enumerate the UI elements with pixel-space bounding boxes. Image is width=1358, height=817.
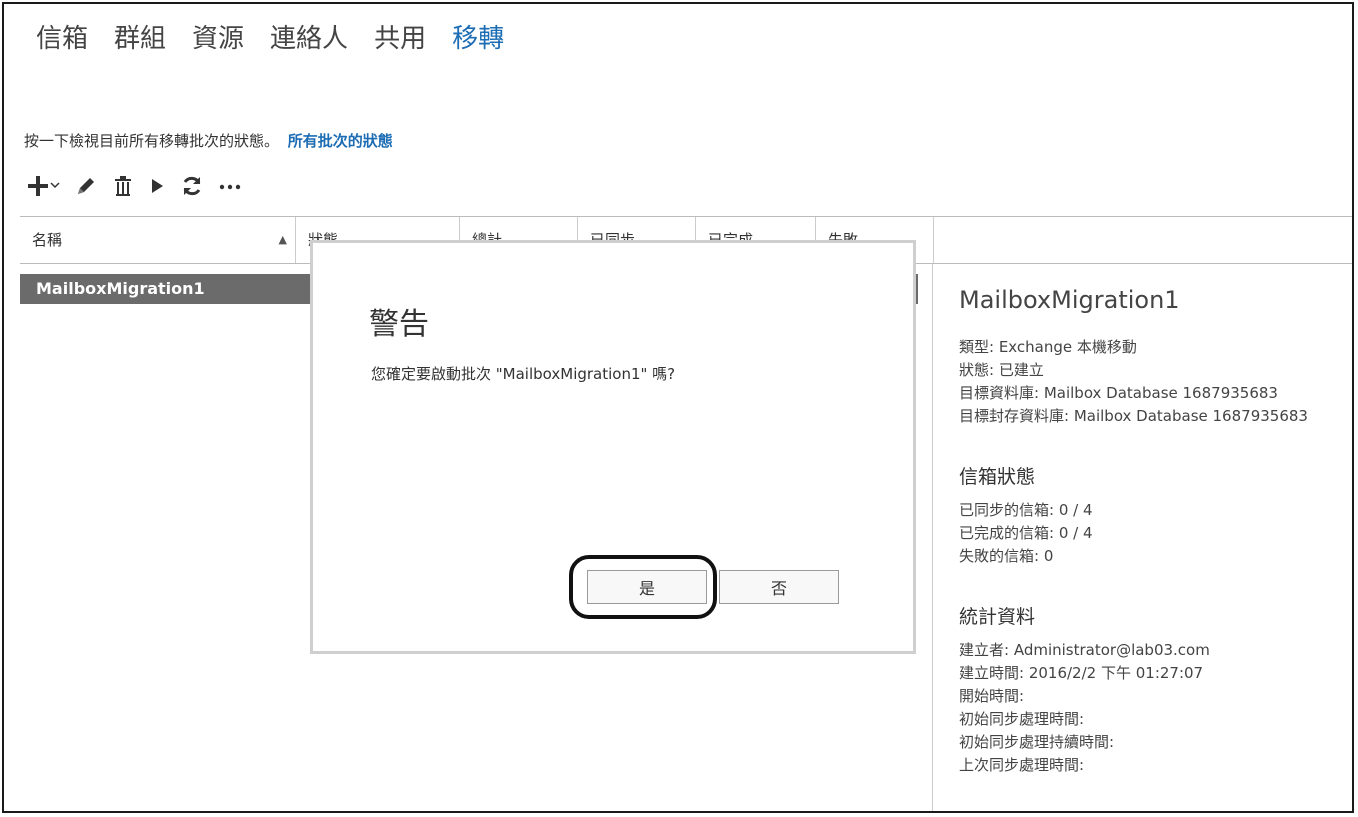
details-target-archive-database: 目標封存資料庫: Mailbox Database 1687935683 <box>959 407 1308 425</box>
all-batches-status-link[interactable]: 所有批次的狀態 <box>288 132 393 150</box>
statistics-heading: 統計資料 <box>959 606 1036 628</box>
page-description: 按一下檢視目前所有移轉批次的狀態。 所有批次的狀態 <box>24 130 393 151</box>
top-navigation: 信箱 群組 資源 連絡人 共用 移轉 <box>36 18 504 55</box>
initial-sync-time: 初始同步處理時間: <box>959 710 1085 728</box>
tab-resources[interactable]: 資源 <box>192 18 244 55</box>
yes-button[interactable]: 是 <box>587 570 707 604</box>
failed-mailboxes: 失敗的信箱: 0 <box>959 547 1054 565</box>
details-target-database: 目標資料庫: Mailbox Database 1687935683 <box>959 384 1278 402</box>
no-button[interactable]: 否 <box>719 570 839 604</box>
delete-button[interactable] <box>112 174 134 198</box>
tab-migration[interactable]: 移轉 <box>452 18 504 55</box>
details-type: 類型: Exchange 本機移動 <box>959 338 1137 356</box>
tab-contacts[interactable]: 連絡人 <box>270 18 348 55</box>
mailbox-status-heading: 信箱狀態 <box>959 466 1036 488</box>
details-title: MailboxMigration1 <box>959 286 1180 314</box>
more-button[interactable] <box>218 174 242 198</box>
column-header-name[interactable]: 名稱 ▲ <box>20 217 296 263</box>
dialog-title: 警告 <box>369 307 429 342</box>
tab-mailbox[interactable]: 信箱 <box>36 18 88 55</box>
new-button[interactable] <box>26 174 60 198</box>
details-status: 狀態: 已建立 <box>959 361 1044 379</box>
more-icon <box>219 184 241 190</box>
warning-dialog: 警告 您確定要啟動批次 "MailboxMigration1" 嗎? 是 否 <box>310 240 916 654</box>
play-icon <box>152 179 163 193</box>
dialog-message: 您確定要啟動批次 "MailboxMigration1" 嗎? <box>371 365 676 383</box>
add-icon <box>28 176 48 196</box>
synced-mailboxes: 已同步的信箱: 0 / 4 <box>959 501 1093 519</box>
toolbar <box>26 174 242 198</box>
column-name-label: 名稱 <box>32 231 63 249</box>
start-time: 開始時間: <box>959 687 1025 705</box>
dropdown-arrow-icon <box>50 182 60 189</box>
initial-sync-duration: 初始同步處理持續時間: <box>959 733 1115 751</box>
tab-groups[interactable]: 群組 <box>114 18 166 55</box>
start-button[interactable] <box>148 174 166 198</box>
description-text: 按一下檢視目前所有移轉批次的狀態。 <box>24 132 280 150</box>
app-frame: 信箱 群組 資源 連絡人 共用 移轉 按一下檢視目前所有移轉批次的狀態。 所有批… <box>2 2 1354 813</box>
delete-icon <box>115 176 131 196</box>
finalized-mailboxes: 已完成的信箱: 0 / 4 <box>959 524 1093 542</box>
refresh-button[interactable] <box>180 174 204 198</box>
sort-ascending-icon: ▲ <box>278 233 287 246</box>
refresh-icon <box>183 176 201 196</box>
tab-shared[interactable]: 共用 <box>374 18 426 55</box>
create-time: 建立時間: 2016/2/2 下午 01:27:07 <box>959 664 1204 682</box>
edit-button[interactable] <box>74 174 98 198</box>
details-pane: MailboxMigration1 類型: Exchange 本機移動 狀態: … <box>932 264 1352 811</box>
edit-icon <box>78 178 94 194</box>
last-sync-time: 上次同步處理時間: <box>959 756 1085 774</box>
created-by: 建立者: Administrator@lab03.com <box>959 641 1210 659</box>
